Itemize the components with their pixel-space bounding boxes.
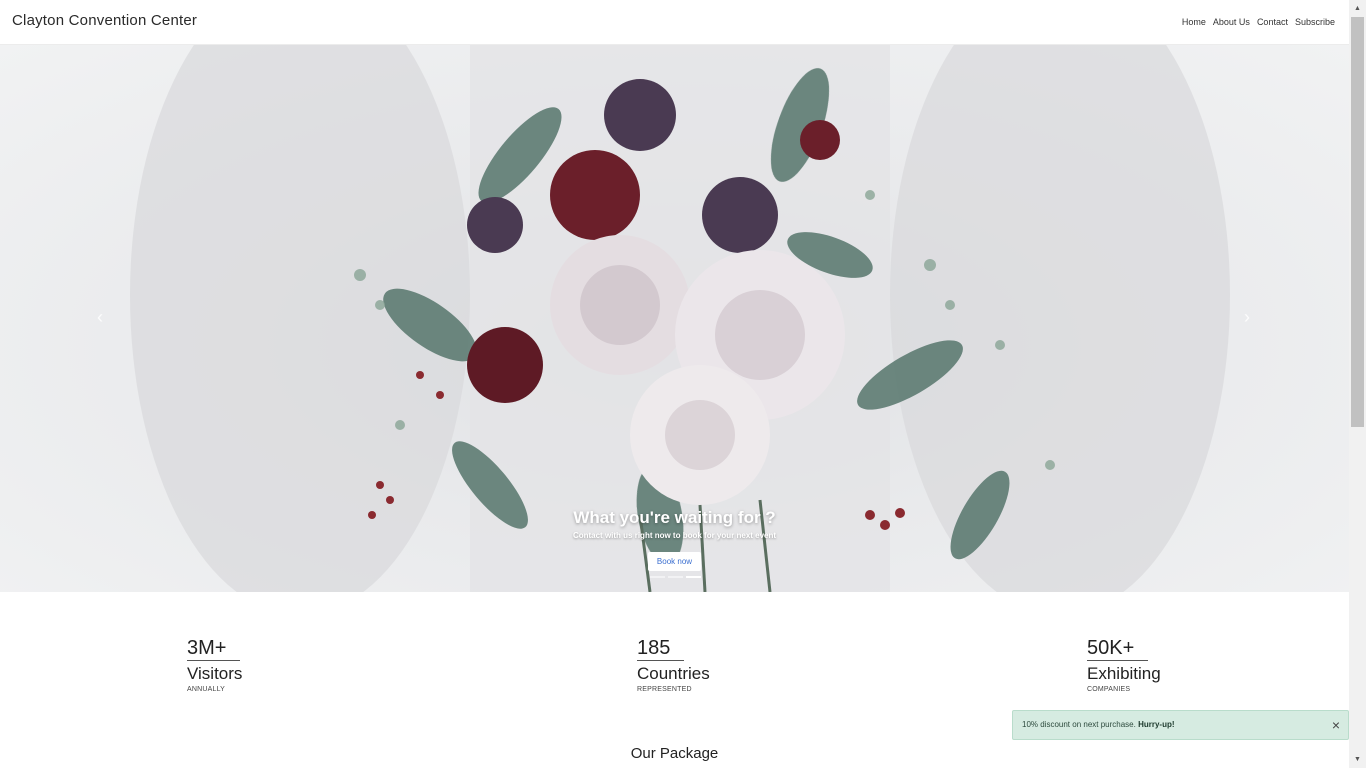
stat-sub: COMPANIES — [1087, 686, 1131, 693]
scroll-down-arrow-icon[interactable]: ▼ — [1349, 751, 1366, 768]
stat-sub: REPRESENTED — [637, 686, 692, 693]
hero-subtitle: Contact with us right now to book for yo… — [572, 531, 777, 540]
carousel-indicator-1[interactable] — [650, 576, 665, 578]
book-now-button[interactable]: Book now — [648, 552, 701, 571]
carousel-indicator-3[interactable] — [686, 576, 701, 578]
our-package-heading: Our Package — [630, 745, 719, 762]
close-icon[interactable]: × — [1332, 717, 1340, 733]
scroll-up-arrow-icon[interactable]: ▲ — [1349, 0, 1366, 17]
nav-subscribe[interactable]: Subscribe — [1295, 17, 1335, 27]
toast-message: 10% discount on next purchase. Hurry-up! — [1022, 720, 1175, 729]
stat-number: 185 — [637, 636, 685, 661]
carousel-indicators — [650, 576, 701, 578]
toast-text: 10% discount on next purchase. — [1022, 720, 1136, 729]
stat-visitors: 3M+ Visitors ANNUALLY — [187, 636, 242, 693]
main-nav: Home About Us Contact Subscribe — [1182, 17, 1335, 27]
hero-title: What you're waiting for ? — [573, 508, 776, 527]
scroll-thumb[interactable] — [1351, 17, 1364, 427]
carousel-prev-chevron-left-icon[interactable]: ‹ — [90, 307, 110, 327]
nav-contact[interactable]: Contact — [1257, 17, 1288, 27]
stat-countries: 185 Countries REPRESENTED — [637, 636, 710, 693]
carousel-next-chevron-right-icon[interactable]: › — [1237, 307, 1257, 327]
stat-number: 3M+ — [187, 636, 241, 661]
stat-exhibiting: 50K+ Exhibiting COMPANIES — [1087, 636, 1161, 693]
carousel-indicator-2[interactable] — [668, 576, 683, 578]
stat-label: Visitors — [187, 664, 243, 683]
site-header: Clayton Convention Center Home About Us … — [0, 0, 1349, 45]
stat-label: Exhibiting — [1087, 664, 1161, 683]
nav-home[interactable]: Home — [1182, 17, 1206, 27]
nav-about-us[interactable]: About Us — [1213, 17, 1250, 27]
stat-label: Countries — [637, 664, 710, 683]
brand-title[interactable]: Clayton Convention Center — [12, 12, 197, 29]
hero-carousel: ‹ › What you're waiting for ? Contact wi… — [0, 45, 1349, 592]
toast-emphasis: Hurry-up! — [1138, 720, 1175, 729]
page-scrollbar[interactable]: ▲ ▼ — [1349, 0, 1366, 768]
stat-number: 50K+ — [1087, 636, 1149, 661]
stat-sub: ANNUALLY — [187, 686, 226, 693]
discount-toast: 10% discount on next purchase. Hurry-up!… — [1012, 710, 1349, 740]
